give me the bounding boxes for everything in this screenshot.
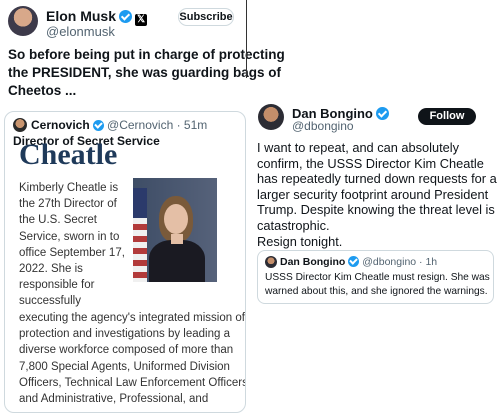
- quote-text-line: USSS Director Kim Cheatle must resign. S…: [265, 272, 490, 283]
- quote-text: USSS Director Kim Cheatle must resign. S…: [265, 271, 490, 298]
- column-divider: [246, 0, 247, 78]
- bongino-avatar[interactable]: [258, 104, 284, 130]
- verified-badge-icon: [119, 10, 133, 23]
- tweet-text: So before being put in charge of protect…: [8, 46, 285, 100]
- tweet-text-line: confirm, the USSS Director Kim Cheatle: [257, 155, 484, 171]
- tweet-text-line: Resign tonight.: [257, 233, 343, 249]
- verified-badge-icon: [375, 107, 389, 120]
- article-line: 7,800 Special Agents, Uniformed Division: [19, 360, 230, 373]
- quote-handle-time: @dbongino · 1h: [362, 256, 438, 268]
- author-name[interactable]: Elon Musk: [46, 8, 116, 24]
- tweet-text-line: catastrophic.: [257, 217, 330, 233]
- quote-author-name: Dan Bongino: [280, 256, 346, 268]
- article-line: executing the agency's integrated missio…: [19, 312, 245, 324]
- tweet-text-line: So before being put in charge of protect…: [8, 47, 285, 62]
- author-handle[interactable]: @elonmusk: [46, 24, 115, 39]
- cernovich-avatar: [13, 118, 27, 132]
- article-line: office September 17,: [19, 246, 125, 259]
- article-line: Officers, Technical Law Enforcement Offi…: [19, 376, 246, 389]
- elon-avatar[interactable]: [8, 6, 38, 36]
- subscribe-button[interactable]: Subscribe: [178, 8, 234, 26]
- tweet-text-line: the PRESIDENT, she was guarding bags of: [8, 65, 282, 80]
- article-text-wrap: Kimberly Cheatle is the 27th Director of…: [19, 180, 125, 310]
- tweet-text: I want to repeat, and can absolutely con…: [257, 140, 497, 249]
- bongino-quote-avatar: [265, 256, 277, 268]
- director-portrait: [133, 178, 217, 282]
- article-line: responsible for: [19, 279, 95, 292]
- tweet-text-line: larger security footprint around Preside…: [257, 186, 489, 202]
- quote-handle-time: @Cernovich · 51m: [107, 118, 208, 132]
- tweet-text-line: Trump. Despite knowing the threat level …: [257, 202, 495, 218]
- article-line: diverse workforce composed of more than: [19, 344, 234, 357]
- quote-text-line: warned about this, and she ignored the w…: [265, 285, 488, 297]
- article-line: protection and investigations by leading…: [19, 328, 230, 341]
- article-line: 2022. She is: [19, 263, 83, 276]
- follow-button[interactable]: Follow: [418, 108, 476, 125]
- tweet-text-line: Cheetos ...: [8, 83, 77, 98]
- author-handle[interactable]: @dbongino: [292, 119, 354, 133]
- article-line: the U.S. Secret: [19, 214, 97, 227]
- x-logo-icon: 𝕏: [135, 14, 148, 26]
- tweet-text-line: I want to repeat, and can absolutely: [257, 140, 460, 155]
- verified-badge-icon: [92, 120, 104, 131]
- verified-badge-icon: [348, 256, 360, 267]
- quoted-tweet-bongino[interactable]: Dan Bongino @dbongino · 1h USSS Director…: [257, 250, 494, 304]
- article-text-full: executing the agency's integrated missio…: [19, 310, 246, 407]
- quoted-tweet-cernovich[interactable]: Cernovich @Cernovich · 51m Director of S…: [4, 111, 246, 413]
- article-line: successfully: [19, 295, 81, 308]
- article-line: and Administrative, Professional, and: [19, 393, 209, 406]
- article-heading: Cheatle: [19, 138, 118, 171]
- article-line: Service, sworn in to: [19, 230, 120, 243]
- article-line: Kimberly Cheatle is: [19, 182, 119, 194]
- tweet-text-line: has repeatedly turned down requests for …: [257, 171, 497, 187]
- article-line: the 27th Director of: [19, 198, 117, 211]
- quote-author-name: Cernovich: [31, 118, 90, 132]
